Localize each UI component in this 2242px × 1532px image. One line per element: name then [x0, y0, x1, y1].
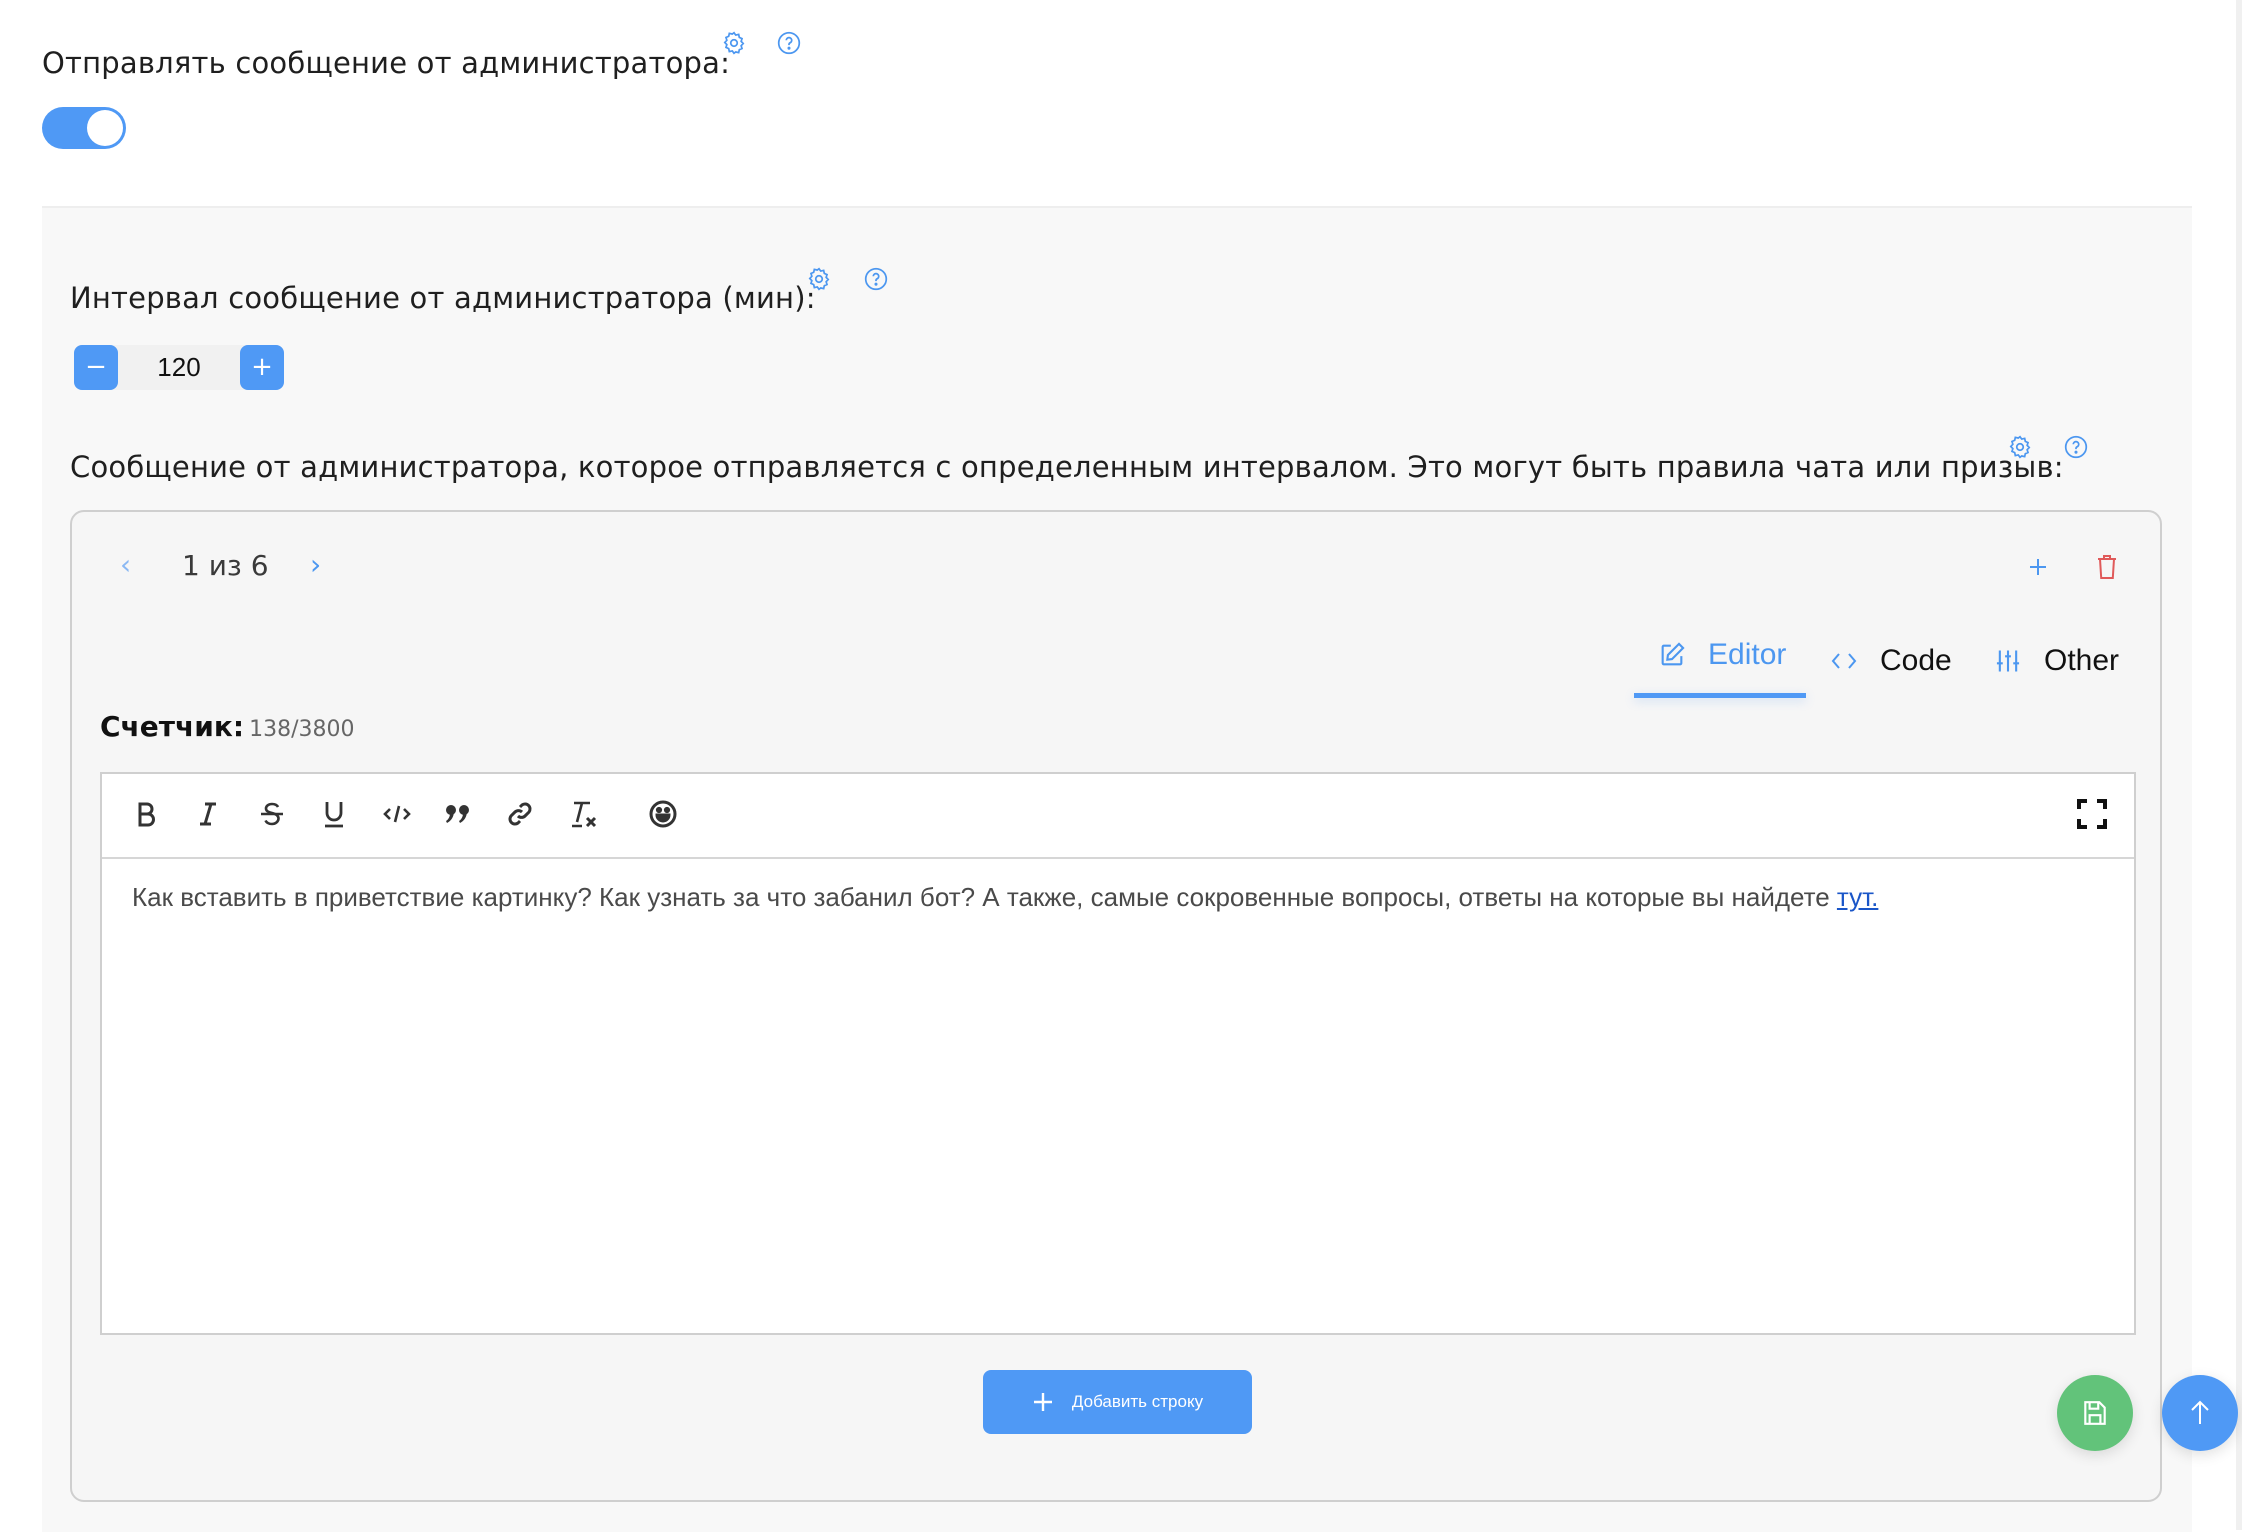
send-admin-message-toggle[interactable]: [42, 107, 126, 149]
toggle-knob: [87, 110, 123, 146]
interval-value-input[interactable]: 120: [118, 345, 240, 390]
character-counter: Счетчик: 138/3800: [100, 710, 355, 743]
save-button[interactable]: [2057, 1375, 2133, 1451]
tab-editor[interactable]: Editor: [1658, 638, 1786, 672]
editor-toolbar: [102, 774, 2134, 859]
pager-status: 1 из 6: [182, 549, 269, 582]
interval-label: Интервал сообщение от администратора (ми…: [70, 281, 816, 315]
edit-icon: [1661, 642, 1685, 666]
tab-editor-label: Editor: [1708, 638, 1787, 671]
arrow-up-icon: [2191, 1400, 2209, 1424]
strikethrough-icon[interactable]: [252, 794, 292, 834]
tab-code[interactable]: Code: [1830, 644, 1952, 678]
tab-other-label: Other: [2044, 644, 2120, 677]
underline-icon[interactable]: [314, 794, 354, 834]
sliders-icon: [1996, 650, 2020, 672]
delete-trash-icon[interactable]: [2095, 553, 2119, 581]
pager-next-button[interactable]: ›: [310, 548, 321, 581]
settings-gear-icon[interactable]: [2007, 434, 2033, 460]
editor-text: Как вставить в приветствие картинку? Как…: [132, 882, 1837, 912]
editor-link[interactable]: тут.: [1837, 882, 1878, 912]
add-message-plus-icon[interactable]: [2026, 555, 2050, 579]
settings-gear-icon[interactable]: [721, 30, 747, 56]
settings-gear-icon[interactable]: [806, 266, 832, 292]
add-row-label: Добавить строку: [1071, 1392, 1204, 1411]
counter-value: 138/3800: [249, 717, 355, 742]
counter-label: Счетчик:: [100, 710, 245, 743]
link-icon[interactable]: [500, 794, 540, 834]
scroll-to-top-button[interactable]: [2162, 1375, 2238, 1451]
code-inline-icon[interactable]: [377, 794, 417, 834]
italic-icon[interactable]: [188, 794, 228, 834]
code-icon: [1831, 653, 1857, 669]
help-question-icon[interactable]: [2063, 434, 2089, 460]
active-tab-indicator: [1634, 693, 1806, 698]
increment-button[interactable]: +: [240, 345, 284, 390]
bold-icon[interactable]: [126, 794, 166, 834]
tab-code-label: Code: [1880, 644, 1952, 677]
tab-other[interactable]: Other: [1994, 644, 2119, 678]
pager-prev-button[interactable]: ‹: [120, 548, 131, 581]
save-floppy-icon: [2084, 1401, 2106, 1425]
send-admin-message-label: Отправлять сообщение от администратора:: [42, 46, 731, 80]
emoji-icon[interactable]: [643, 794, 683, 834]
clear-format-icon[interactable]: [564, 794, 604, 834]
plus-icon: [1033, 1393, 1052, 1411]
editor-content[interactable]: Как вставить в приветствие картинку? Как…: [132, 882, 1878, 913]
admin-message-label: Сообщение от администратора, которое отп…: [70, 450, 2064, 484]
interval-stepper: − 120 +: [74, 345, 284, 390]
add-row-button[interactable]: Добавить строку: [983, 1370, 1252, 1434]
help-question-icon[interactable]: [776, 30, 802, 56]
quote-icon[interactable]: [438, 794, 478, 834]
fullscreen-icon[interactable]: [2072, 794, 2112, 834]
help-question-icon[interactable]: [863, 266, 889, 292]
page-scrollbar[interactable]: [2236, 0, 2242, 1530]
rich-text-editor: Как вставить в приветствие картинку? Как…: [100, 772, 2136, 1335]
decrement-button[interactable]: −: [74, 345, 118, 390]
